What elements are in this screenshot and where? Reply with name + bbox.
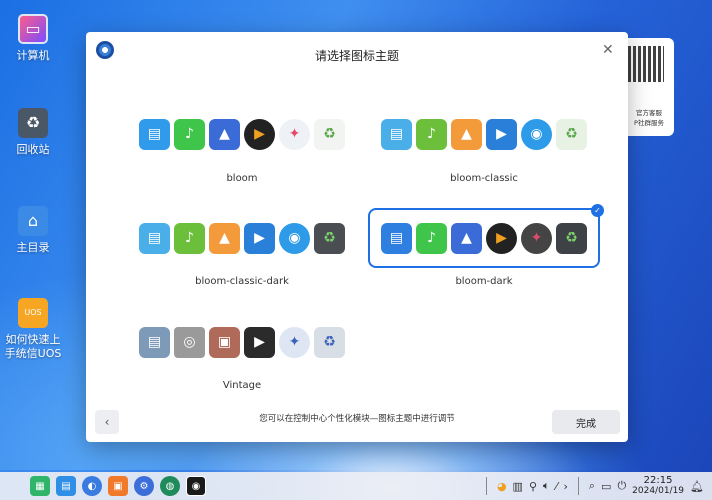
tray-separator — [485, 477, 487, 495]
uos-guide-icon: UOS — [18, 298, 48, 328]
dialog-title: 请选择图标主题 — [314, 49, 399, 63]
theme-label: bloom-classic — [450, 173, 518, 184]
launcher-icon: ✦ — [279, 326, 310, 358]
video-player-icon: ▶ — [486, 222, 517, 254]
theme-option-bloom-classic[interactable]: ▤ ♪ ▲ ▶ ◉ ♻ — [368, 104, 600, 164]
theme-option-bloom-dark[interactable]: ✓ ▤ ♪ ▲ ▶ ✦ ♻ — [368, 204, 604, 268]
launcher-icon: ✦ — [521, 222, 552, 254]
trash-icon: ♻ — [18, 108, 48, 138]
theme-app-icon[interactable]: ◉ — [186, 476, 206, 496]
theme-option-bloom-classic-dark[interactable]: ▤ ♪ ▲ ▶ ◉ ♻ — [126, 208, 358, 268]
qr-card-text: 官方客服 P社群服务 — [634, 109, 664, 127]
folder-icon: ▤ — [381, 118, 412, 150]
power-icon[interactable]: ⏻ — [617, 479, 626, 493]
deepin-icon: ◉ — [521, 118, 552, 150]
desktop-icon-label: 主目录 — [16, 241, 50, 254]
usb-icon[interactable]: ⚲ — [529, 480, 537, 493]
video-icon: ▶ — [486, 118, 517, 150]
notification-icon[interactable]: 🔔︎ — [690, 480, 704, 493]
hint-text: 您可以在控制中心个性化模块—图标主题中进行调节 — [259, 414, 455, 424]
music-icon: ♪ — [174, 222, 205, 254]
theme-label: Vintage — [222, 380, 262, 391]
clock-time: 22:15 — [643, 475, 673, 486]
photos-icon: ▲ — [451, 222, 482, 254]
search-icon[interactable]: ⌕ — [589, 479, 595, 493]
trash-icon: ♻ — [556, 118, 587, 150]
qr-code-card[interactable]: 官方客服 P社群服务 — [622, 38, 674, 136]
qr-code — [628, 46, 664, 82]
close-icon[interactable]: ✕ — [602, 42, 614, 58]
desktop-icon-trash[interactable]: ♻ 回收站 — [0, 108, 66, 157]
trash-icon: ♻ — [314, 326, 345, 358]
icon-theme-dialog: 请选择图标主题 ✕ ▤ ♪ ▲ ▶ ✦ ♻ bloom ▤ ♪ ▲ ▶ ◉ ♻ … — [86, 32, 628, 442]
multitask-icon[interactable]: ▭ — [601, 480, 611, 493]
theme-label: bloom-dark — [455, 276, 513, 287]
volume-icon[interactable]: 🔈︎ — [543, 479, 550, 493]
clock[interactable]: 22:15 2024/01/19 — [632, 475, 685, 497]
photos-icon: ▣ — [209, 326, 240, 358]
launcher-icon[interactable]: ▦ — [30, 476, 50, 496]
trash-icon: ♻ — [314, 118, 345, 150]
music-icon: ♪ — [174, 118, 205, 150]
ime-icon[interactable]: ◕ — [497, 480, 507, 493]
folder-icon: ▤ — [139, 118, 170, 150]
disk-icon: ◎ — [174, 326, 205, 358]
clock-date: 2024/01/19 — [632, 486, 685, 496]
trash-icon: ♻ — [314, 222, 345, 254]
photos-icon: ▲ — [209, 118, 240, 150]
theme-label: bloom — [226, 173, 258, 184]
home-folder-icon: ⌂ — [18, 206, 48, 236]
done-button[interactable]: 完成 — [552, 410, 620, 434]
settings-icon[interactable]: ⚙ — [134, 476, 154, 496]
file-manager-icon[interactable]: ▤ — [56, 476, 76, 496]
desktop-icon-label: 回收站 — [16, 143, 50, 156]
trash-icon: ♻ — [556, 222, 587, 254]
tray-separator — [577, 477, 579, 495]
expand-icon[interactable]: › — [563, 480, 567, 493]
browser-icon[interactable]: ◐ — [82, 476, 102, 496]
folder-icon: ▤ — [139, 222, 170, 254]
deepin-icon: ◉ — [279, 222, 310, 254]
photos-icon: ▲ — [451, 118, 482, 150]
launcher-icon: ✦ — [279, 118, 310, 150]
computer-icon: ▭ — [18, 14, 48, 44]
video-icon: ▶ — [244, 326, 275, 358]
taskbar: ▦ ▤ ◐ ▣ ⚙ ◍ ◉ ◕ ▥ ⚲ 🔈︎ ⁄ › ⌕ ▭ ⏻ 22:15 2… — [0, 472, 712, 500]
video-player-icon: ▶ — [244, 118, 275, 150]
checkmark-icon: ✓ — [591, 204, 604, 217]
desktop-icon-uos-guide[interactable]: UOS 如何快速上 手统信UOS — [0, 298, 66, 361]
desktop-icon-label: 如何快速上 手统信UOS — [4, 333, 62, 360]
video-icon: ▶ — [244, 222, 275, 254]
photos-icon: ▲ — [209, 222, 240, 254]
music-icon: ♪ — [416, 118, 447, 150]
network-icon[interactable]: ⁄ — [556, 480, 558, 493]
desktop-icon-computer[interactable]: ▭ 计算机 — [0, 14, 66, 63]
chat-icon[interactable]: ◍ — [160, 476, 180, 496]
folder-icon: ▤ — [381, 222, 412, 254]
folder-icon: ▤ — [139, 326, 170, 358]
system-tray: ◕ ▥ ⚲ 🔈︎ ⁄ › ⌕ ▭ ⏻ 22:15 2024/01/19 🔔︎ — [482, 476, 712, 496]
music-icon: ♪ — [416, 222, 447, 254]
desktop-icon-home[interactable]: ⌂ 主目录 — [0, 206, 66, 255]
theme-option-vintage[interactable]: ▤ ◎ ▣ ▶ ✦ ♻ — [126, 312, 358, 372]
app-store-icon[interactable]: ▣ — [108, 476, 128, 496]
desktop-icon-label: 计算机 — [16, 49, 50, 62]
theme-label: bloom-classic-dark — [195, 276, 289, 287]
clipboard-icon[interactable]: ▥ — [513, 480, 523, 493]
theme-option-bloom[interactable]: ▤ ♪ ▲ ▶ ✦ ♻ — [126, 104, 358, 164]
